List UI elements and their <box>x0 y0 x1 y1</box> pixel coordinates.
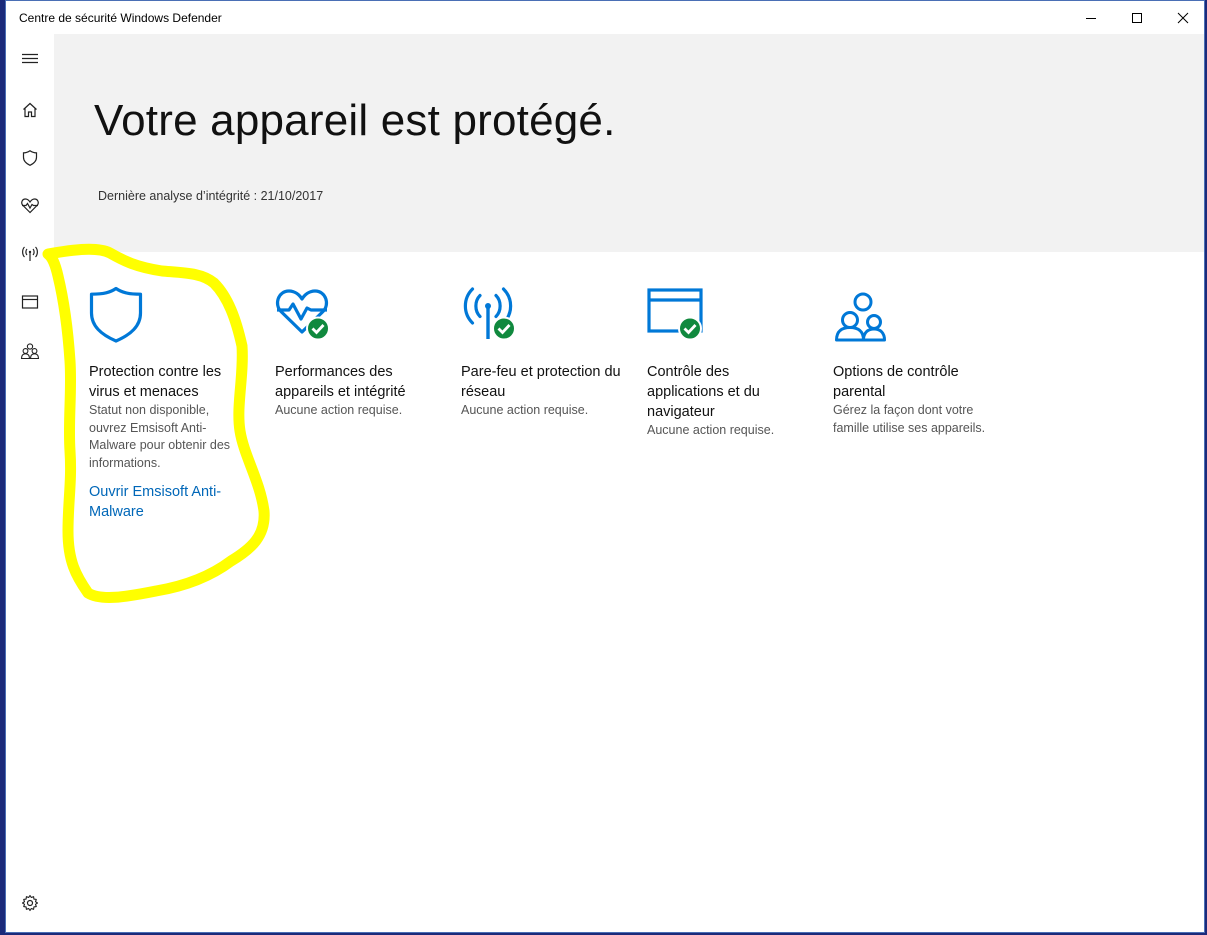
tile-title: Pare-feu et protection du réseau <box>461 364 621 400</box>
last-scan-info: Dernière analyse d’intégrité : 21/10/201… <box>98 189 324 203</box>
tile-virus-protection[interactable]: Protection contre les virus et menaces S… <box>89 286 249 522</box>
family-icon <box>20 343 40 360</box>
family-icon <box>835 292 886 342</box>
heart-pulse-icon <box>21 198 39 214</box>
sidebar-item-app-browser-control[interactable] <box>18 290 42 314</box>
tile-icon-wrapper <box>275 286 335 344</box>
page-title: Votre appareil est protégé. <box>94 96 616 145</box>
tile-description: Statut non disponible, ouvrez Emsisoft A… <box>89 403 231 470</box>
tile-icon-wrapper <box>647 286 707 344</box>
tile-title: Performances des appareils et intégrité <box>275 364 406 400</box>
tile-app-browser-control[interactable]: Contrôle des applications et du navigate… <box>647 286 807 440</box>
hamburger-menu-icon <box>22 53 38 64</box>
maximize-button[interactable] <box>1114 1 1160 34</box>
heart-pulse-icon <box>275 289 330 341</box>
tile-title: Protection contre les virus et menaces <box>89 364 222 400</box>
tile-icon-wrapper <box>461 286 521 344</box>
tile-icon-wrapper <box>833 286 893 344</box>
maximize-icon <box>1132 12 1142 23</box>
sidebar-item-home[interactable] <box>18 98 42 122</box>
tile-description: Gérez la façon dont votre famille utilis… <box>833 403 986 435</box>
wireless-signal-icon <box>463 287 516 341</box>
status-banner: Votre appareil est protégé. Dernière ana… <box>54 34 1204 252</box>
close-button[interactable] <box>1160 1 1204 34</box>
minimize-icon <box>1086 17 1096 19</box>
shield-icon <box>89 286 143 343</box>
tile-title: Contrôle des applications et du navigate… <box>647 364 760 420</box>
title-bar: Centre de sécurité Windows Defender <box>6 1 1204 34</box>
tile-family-options[interactable]: Options de contrôle parental Gérez la fa… <box>833 286 993 437</box>
shield-icon <box>22 150 38 166</box>
sidebar-item-family-options[interactable] <box>18 339 42 363</box>
close-icon <box>1177 12 1189 23</box>
ok-badge <box>492 316 516 341</box>
tile-icon-wrapper <box>89 286 149 344</box>
window-title: Centre de sécurité Windows Defender <box>19 11 222 25</box>
gear-icon <box>21 894 39 912</box>
sidebar-item-firewall[interactable] <box>18 242 42 266</box>
ok-badge <box>678 316 702 341</box>
tile-device-health[interactable]: Performances des appareils et intégrité … <box>275 286 435 420</box>
defender-window: Centre de sécurité Windows Defender Votr… <box>5 0 1205 933</box>
tile-description: Aucune action requise. <box>275 403 403 417</box>
ok-badge <box>306 316 330 341</box>
minimize-button[interactable] <box>1068 1 1114 34</box>
wireless-signal-icon <box>22 246 38 261</box>
open-emsisoft-link[interactable]: Ouvrir Emsisoft Anti-Malware <box>89 482 249 522</box>
browser-window-icon <box>647 288 703 341</box>
browser-window-icon <box>21 295 39 309</box>
tile-description: Aucune action requise. <box>647 423 775 437</box>
sidebar-item-settings[interactable] <box>18 891 42 915</box>
tile-title: Options de contrôle parental <box>833 364 959 400</box>
tile-firewall[interactable]: Pare-feu et protection du réseau Aucune … <box>461 286 621 420</box>
sidebar <box>6 34 54 932</box>
sidebar-menu-button[interactable] <box>18 46 42 70</box>
sidebar-item-virus-protection[interactable] <box>18 146 42 170</box>
tile-description: Aucune action requise. <box>461 403 589 417</box>
home-icon <box>23 102 37 118</box>
sidebar-item-device-health[interactable] <box>18 194 42 218</box>
